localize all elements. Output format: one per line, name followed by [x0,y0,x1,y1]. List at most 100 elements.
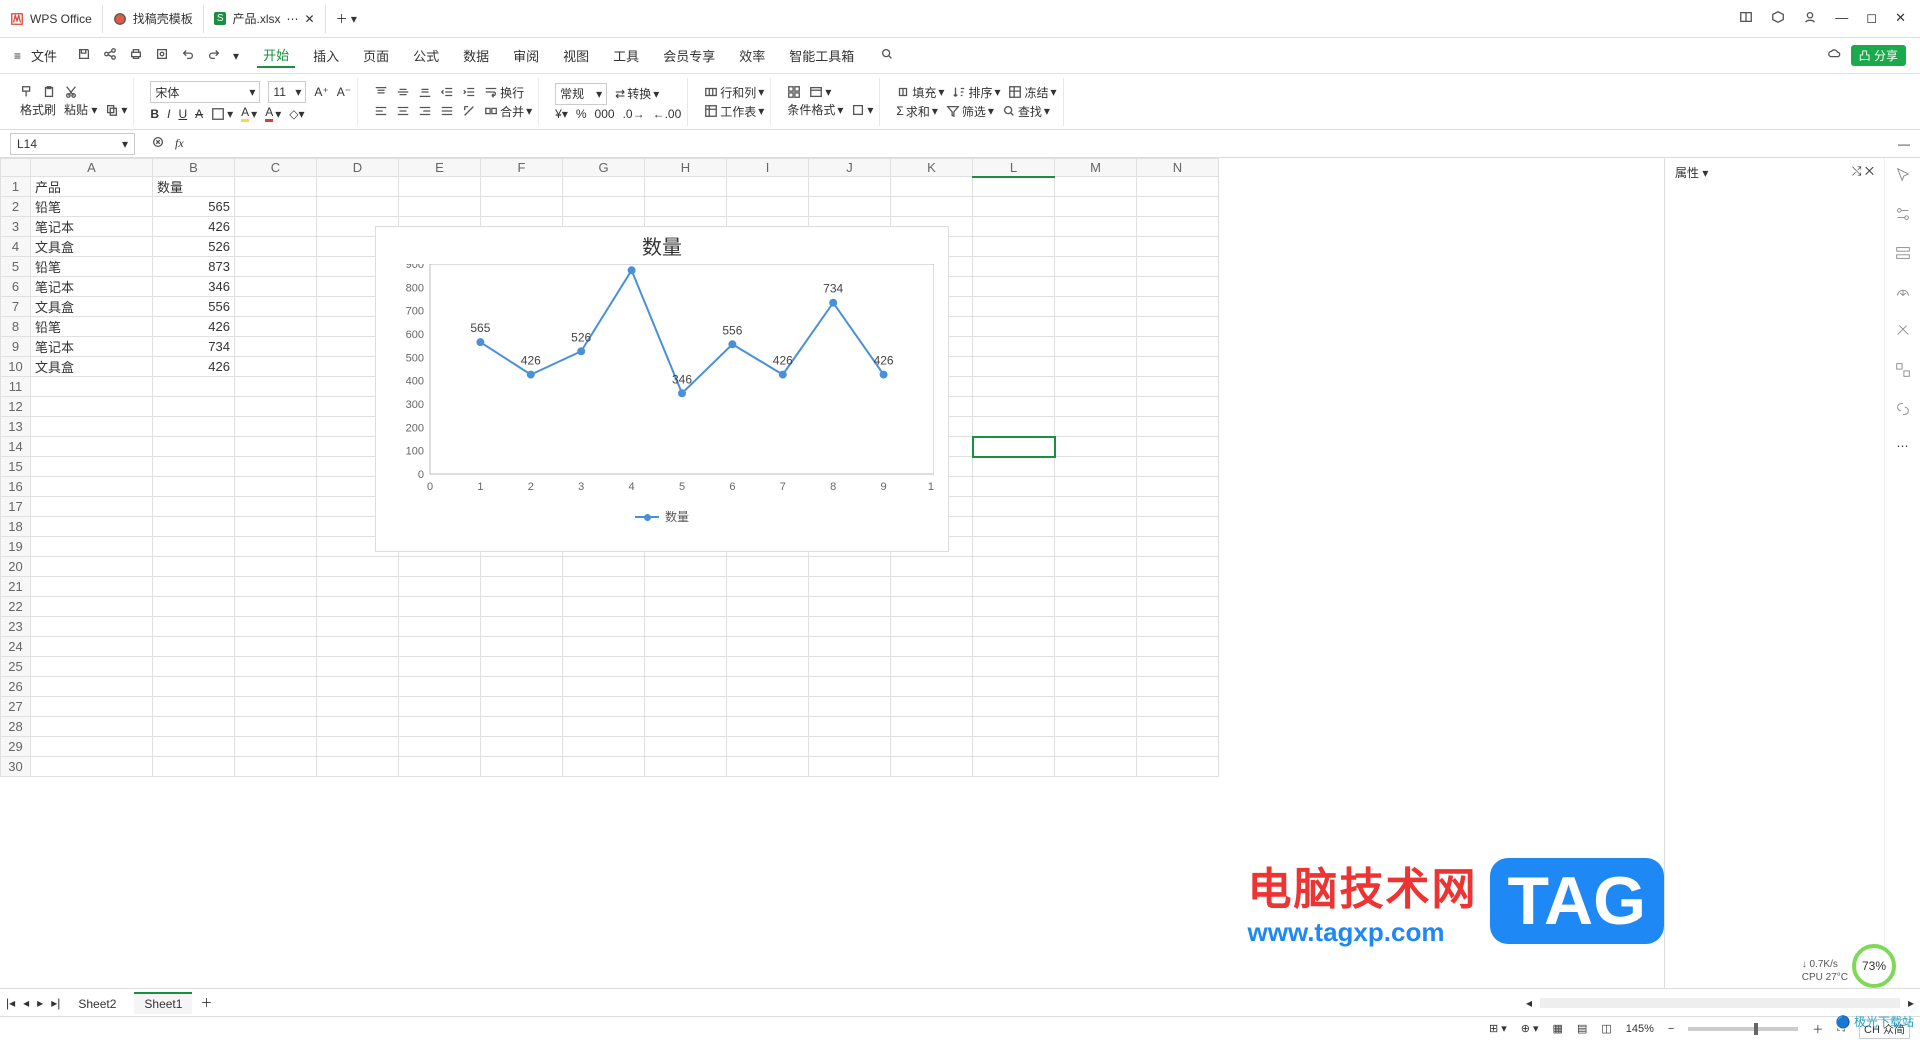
user-avatar-icon[interactable] [1803,10,1817,27]
view-dots-icon[interactable]: ⊞ ▾ [1489,1022,1507,1035]
next-sheet-icon[interactable]: ▸ [37,996,43,1010]
chart[interactable]: 数量 0100200300400500600700800900012345678… [375,226,949,552]
undo-icon[interactable] [181,47,195,64]
more-icon[interactable]: ⋯ [1897,439,1909,453]
close-window-icon[interactable]: ✕ [1895,10,1906,27]
hscroll-right-icon[interactable]: ▸ [1908,996,1914,1010]
border-icon[interactable]: ▾ [211,107,233,121]
align-top-icon[interactable] [374,85,388,99]
redo-icon[interactable] [207,47,221,64]
percent-icon[interactable]: % [576,107,587,121]
table-style-icon[interactable]: ▾ [809,85,831,99]
collapse-formula-bar-icon[interactable]: — [1898,137,1920,151]
new-tab-button[interactable]: ＋ ▾ [326,10,367,27]
tools-icon[interactable] [1894,322,1912,343]
minimize-icon[interactable]: — [1835,10,1848,27]
link-icon[interactable] [1894,400,1912,421]
cond-format-button[interactable]: 条件格式▾ [787,101,843,118]
merge-button[interactable]: 合并▾ [484,103,532,120]
filter-button[interactable]: 筛选▾ [946,103,994,120]
print-preview-icon[interactable] [155,47,169,64]
cut-icon[interactable] [64,85,78,99]
maximize-icon[interactable]: ◻ [1866,10,1877,27]
align-bottom-icon[interactable] [418,85,432,99]
close-panel-icon[interactable]: ✕ [1865,164,1874,178]
find-button[interactable]: 查找▾ [1002,103,1050,120]
print-icon[interactable] [129,47,143,64]
convert-button[interactable]: ⇄ 转换▾ [615,85,659,102]
italic-button[interactable]: I [167,107,170,121]
align-right-icon[interactable] [418,104,432,118]
menu-formula[interactable]: 公式 [407,44,445,67]
menu-efficiency[interactable]: 效率 [733,44,771,67]
spreadsheet-grid[interactable]: ABCDEFGHIJKLMN1产品数量2铅笔5653笔记本4264文具盒5265… [0,158,1664,988]
menu-page[interactable]: 页面 [357,44,395,67]
cloud-icon[interactable] [1827,47,1841,64]
copy-icon[interactable]: ▾ [105,103,127,117]
components-icon[interactable] [1894,361,1912,382]
increase-decimal-icon[interactable]: ←.00 [653,107,682,121]
hscroll-left-icon[interactable]: ◂ [1526,996,1532,1010]
last-sheet-icon[interactable]: ▸| [51,996,60,1010]
add-sheet-icon[interactable]: ＋ [200,994,212,1011]
settings-icon[interactable] [1894,205,1912,226]
sheet-tab-1[interactable]: Sheet2 [68,992,126,1014]
layers-icon[interactable] [1894,244,1912,265]
tab-menu-icon[interactable]: ⋯ [287,12,299,26]
save-icon[interactable] [77,47,91,64]
zoom-in-icon[interactable]: ＋ [1812,1021,1823,1037]
decrease-decimal-icon[interactable]: .0→ [623,107,645,121]
app-tab-file[interactable]: S 产品.xlsx ⋯ ✕ [204,5,326,33]
view-normal-icon[interactable]: ▦ [1553,1022,1563,1035]
strikethrough-button[interactable]: A [195,107,203,121]
prev-sheet-icon[interactable]: ◂ [23,996,29,1010]
menu-smart[interactable]: 智能工具箱 [783,44,860,67]
share-button[interactable]: 凸 分享 [1851,45,1906,66]
app-tab-wps[interactable]: WPS Office [0,5,103,33]
select-icon[interactable] [1894,166,1912,187]
worksheet-button[interactable]: 工作表▾ [704,103,764,120]
format-painter-button[interactable] [20,85,34,99]
font-select[interactable]: 宋体▾ [150,81,260,103]
number-format-select[interactable]: 常规▾ [555,83,607,105]
comma-icon[interactable]: 000 [595,107,615,121]
formula-input[interactable] [194,136,1094,151]
align-justify-icon[interactable] [440,104,454,118]
underline-button[interactable]: U [178,107,187,121]
pin-icon[interactable]: ⤭ [1852,164,1862,178]
zoom-out-icon[interactable]: − [1668,1023,1674,1035]
orientation-icon[interactable] [462,104,476,118]
sort-button[interactable]: 排序▾ [952,84,1000,101]
dropdown-icon[interactable]: ▾ [233,49,239,63]
decrease-font-icon[interactable]: A⁻ [337,85,351,99]
font-size-select[interactable]: 11▾ [268,81,306,103]
currency-icon[interactable]: ¥▾ [555,107,568,121]
increase-font-icon[interactable]: A⁺ [314,85,328,99]
cell-style-icon[interactable] [787,85,801,99]
menu-review[interactable]: 审阅 [507,44,545,67]
fill-button[interactable]: 填充▾ [896,84,944,101]
app-tab-template[interactable]: 找稿壳模板 [103,5,204,33]
first-sheet-icon[interactable]: |◂ [6,996,15,1010]
view-split-icon[interactable]: ◫ [1601,1022,1611,1035]
paste-button[interactable] [42,85,56,99]
menu-file[interactable]: 文件 [25,44,63,67]
cube-icon[interactable] [1771,10,1785,27]
indent-increase-icon[interactable] [462,85,476,99]
menu-view[interactable]: 视图 [557,44,595,67]
close-icon[interactable]: ✕ [305,12,315,26]
menu-tool[interactable]: 工具 [607,44,645,67]
format-as-table-icon[interactable]: ▾ [851,103,873,117]
backup-icon[interactable] [1894,283,1912,304]
fill-color-icon[interactable]: A▾ [241,105,257,122]
menu-start[interactable]: 开始 [257,43,295,68]
indent-decrease-icon[interactable] [440,85,454,99]
clear-format-icon[interactable]: ◇▾ [289,107,304,121]
focus-icon[interactable]: ⊕ ▾ [1521,1022,1539,1035]
wrap-text-button[interactable]: 换行 [484,84,524,101]
fx-icon[interactable]: fx [175,136,184,151]
hscrollbar[interactable] [1540,998,1900,1008]
sum-button[interactable]: Σ 求和▾ [896,103,937,120]
rows-cols-button[interactable]: 行和列▾ [704,84,764,101]
align-center-icon[interactable] [396,104,410,118]
